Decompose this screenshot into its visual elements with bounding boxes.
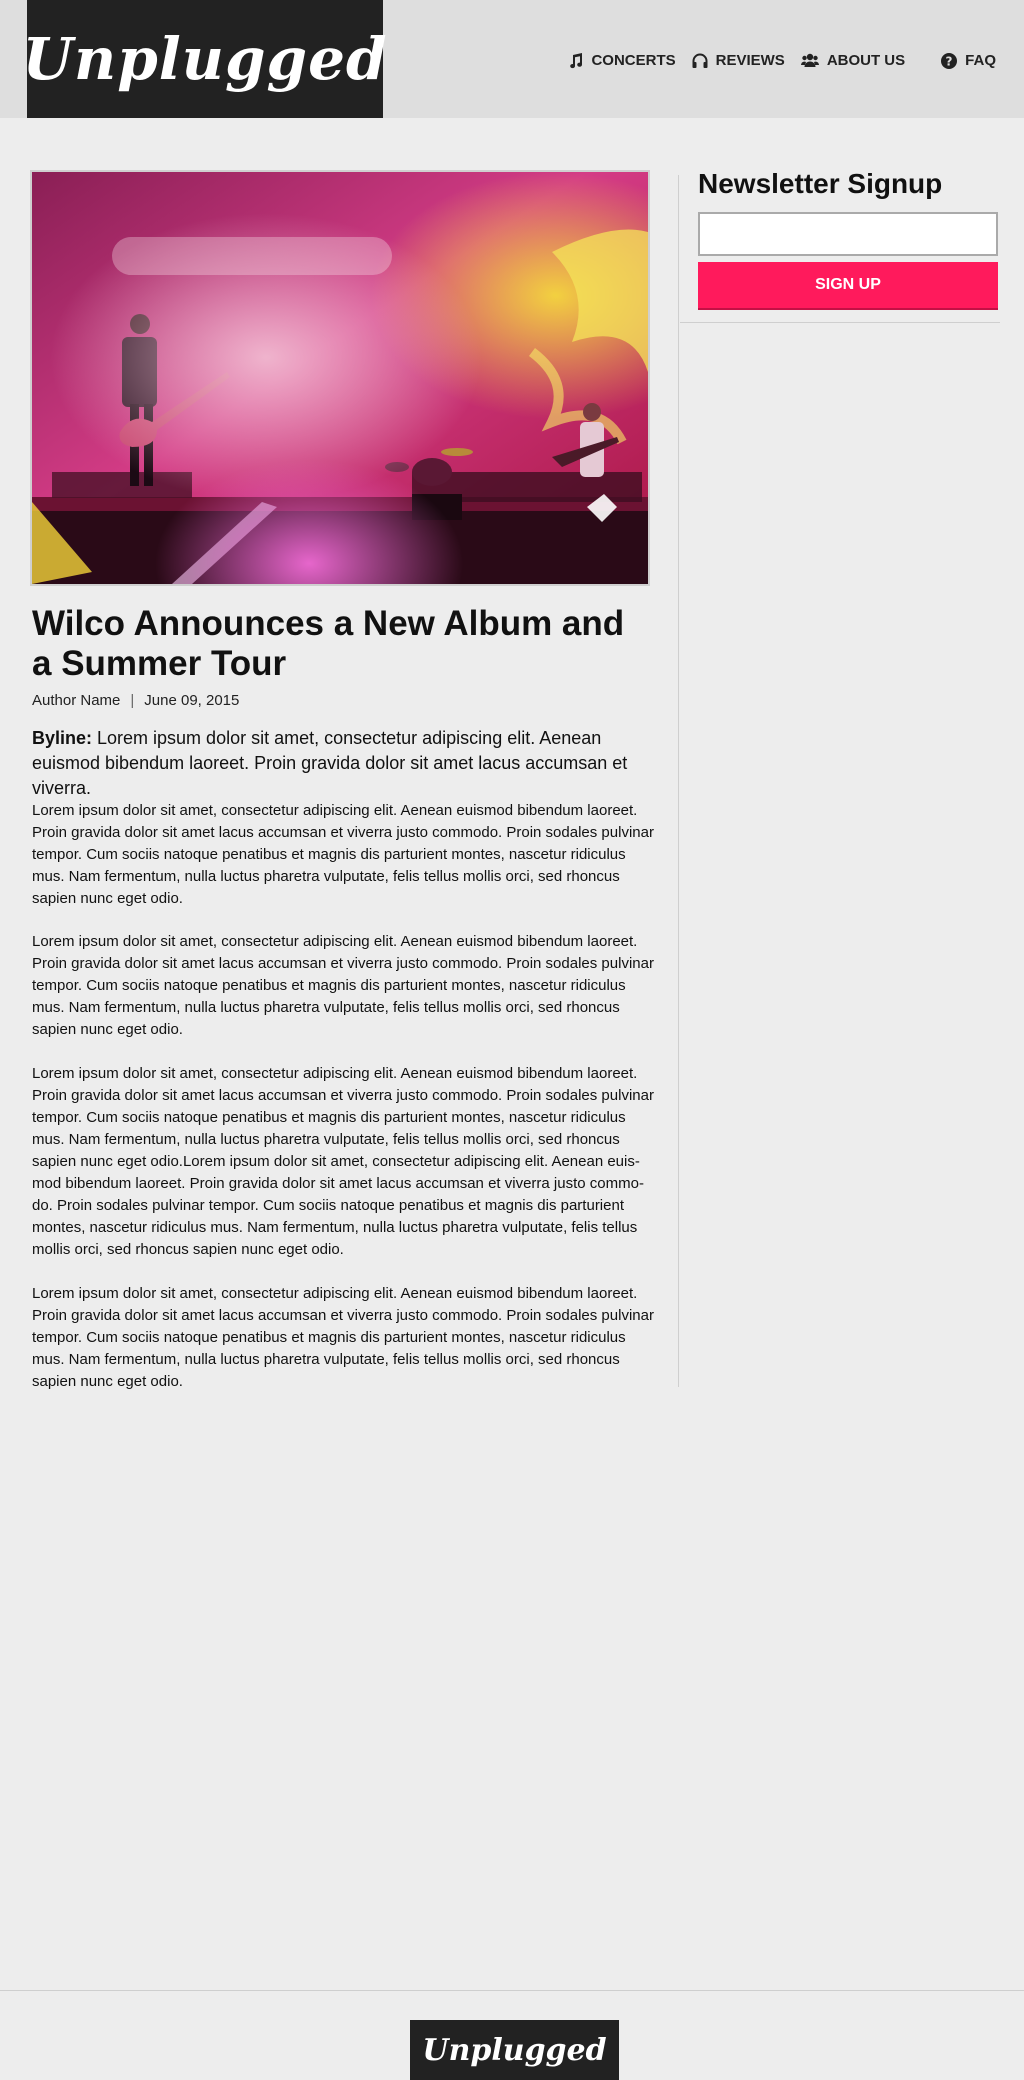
footer-divider [0, 1990, 1024, 1991]
author-name[interactable]: Author Name [32, 692, 120, 709]
site-logo-text: Unplugged [22, 25, 388, 93]
site-logo[interactable]: Unplugged [22, 0, 387, 118]
article-hero-image [30, 170, 650, 586]
headphones-icon [692, 53, 708, 68]
newsletter-email-input[interactable] [698, 212, 998, 256]
main-nav: CONCERTS REVIEWS ABOUT US ? FAQ [552, 52, 996, 69]
svg-text:?: ? [946, 54, 953, 68]
nav-item-faq[interactable]: ? FAQ [941, 52, 996, 69]
music-note-icon [570, 52, 583, 68]
nav-item-reviews[interactable]: REVIEWS [692, 52, 785, 69]
article-byline: Byline: Lorem ipsum dolor sit amet, cons… [32, 726, 657, 801]
article-paragraph: Lorem ipsum dolor sit amet, consectetur … [32, 1065, 654, 1258]
sign-up-button[interactable]: SIGN UP [698, 262, 998, 308]
footer-logo-text: Unplugged [422, 2032, 607, 2068]
article-meta: Author Name | June 09, 2015 [32, 692, 239, 709]
sidebar-section-divider [680, 322, 1000, 323]
publish-date: June 09, 2015 [144, 692, 240, 709]
nav-item-concerts[interactable]: CONCERTS [568, 52, 676, 69]
question-circle-icon: ? [941, 52, 958, 69]
byline-label: Byline: [32, 728, 93, 748]
article-title: Wilco Announces a New Album and a Summer… [32, 604, 625, 683]
sidebar-divider [678, 175, 679, 1387]
nav-label: ABOUT US [826, 52, 906, 69]
nav-label: REVIEWS [715, 52, 785, 69]
nav-item-about-us[interactable]: ABOUT US [800, 52, 906, 69]
article-paragraph: Lorem ipsum dolor sit amet, consectetur … [32, 1285, 654, 1390]
byline-text: Lorem ipsum dolor sit amet, consectetur … [32, 728, 628, 798]
article-paragraph: Lorem ipsum dolor sit amet, consectetur … [32, 802, 654, 907]
newsletter-title: Newsletter Signup [698, 168, 943, 199]
nav-label: CONCERTS [591, 52, 676, 69]
footer-logo[interactable]: Unplugged [410, 2020, 619, 2080]
site-header: Unplugged CONCERTS REVIEWS ABOUT US ? FA… [0, 0, 1024, 118]
nav-label: FAQ [965, 52, 996, 69]
users-icon [800, 53, 819, 67]
article-paragraph: Lorem ipsum dolor sit amet, consectetur … [32, 933, 654, 1038]
meta-separator: | [130, 692, 135, 709]
